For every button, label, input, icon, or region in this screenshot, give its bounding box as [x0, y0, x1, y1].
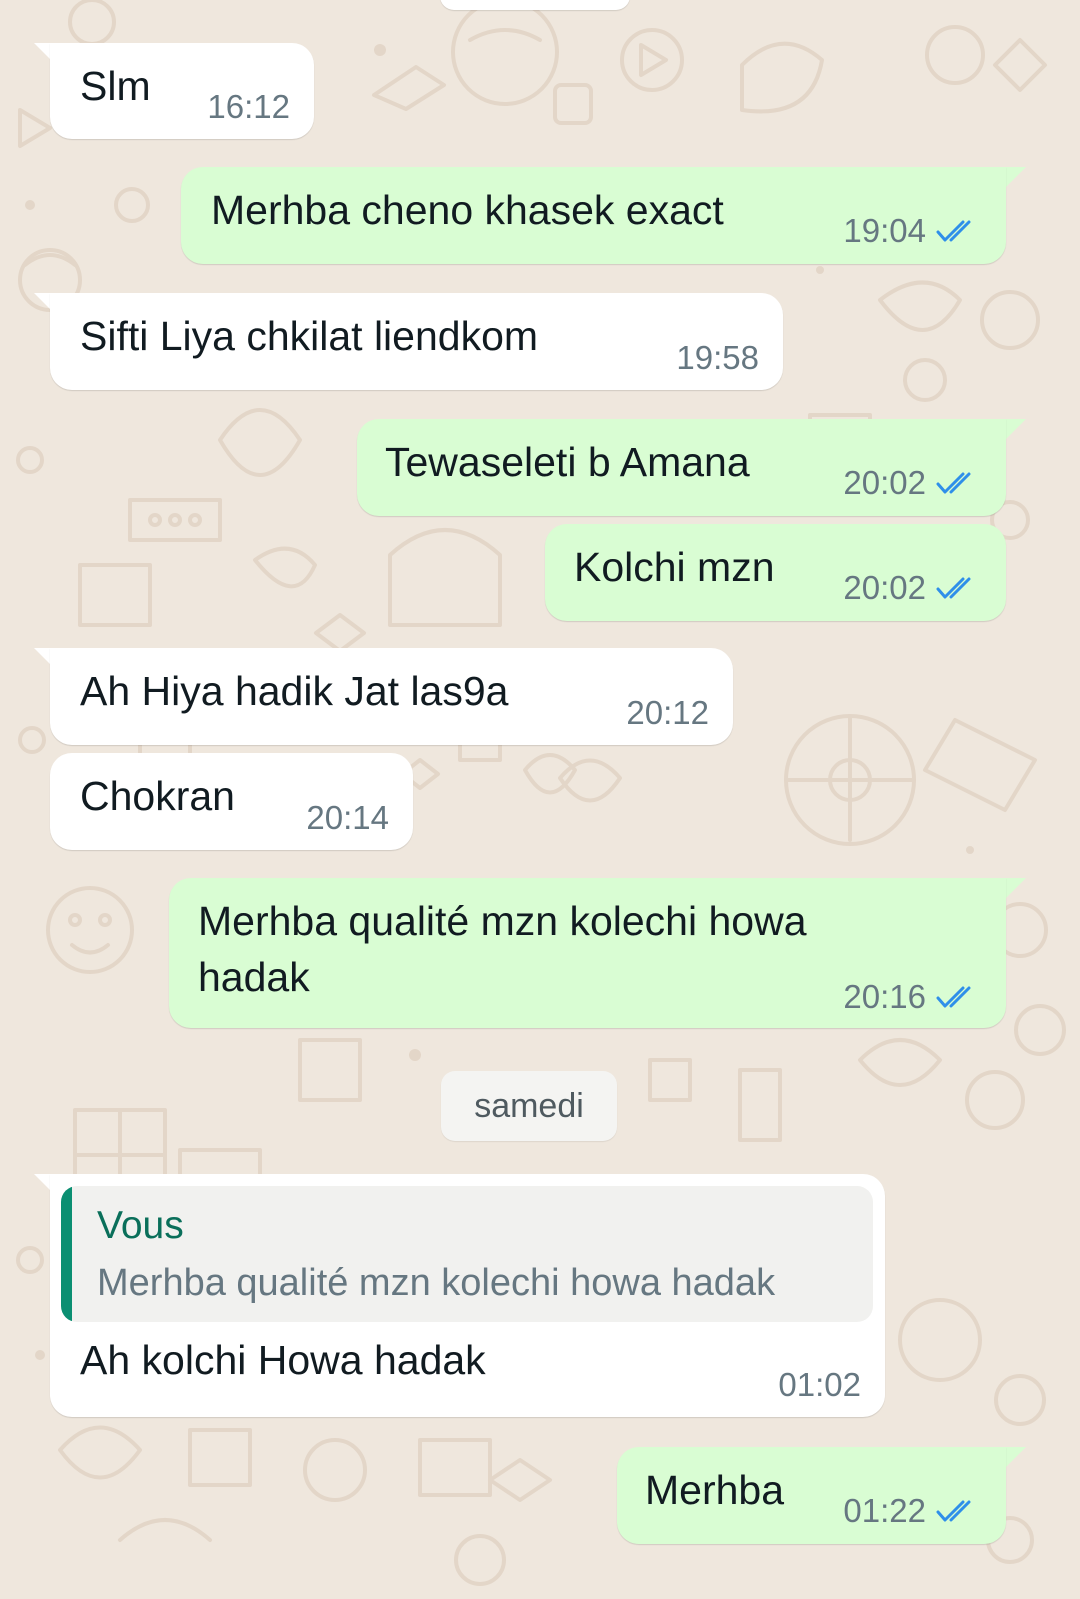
- outgoing-tail: [1004, 1447, 1026, 1469]
- outgoing-tail: [1004, 419, 1026, 441]
- message-text: Merhba cheno khasek exact: [211, 187, 724, 233]
- top-date-chip-edge: [440, 0, 630, 10]
- message-text: Kolchi mzn: [574, 544, 775, 590]
- message-time: 20:16: [843, 978, 926, 1015]
- outgoing-tail: [1004, 167, 1026, 189]
- message-meta: 01:22: [843, 1492, 982, 1530]
- message-meta: 20:02: [843, 569, 982, 607]
- message-bubble-sent[interactable]: Kolchi mzn 20:02: [545, 524, 1006, 621]
- message-time: 19:58: [676, 339, 759, 376]
- message-bubble-received[interactable]: Ah Hiya hadik Jat las9a 20:12: [50, 648, 733, 745]
- quoted-message[interactable]: Vous Merhba qualité mzn kolechi howa had…: [61, 1186, 873, 1322]
- quote-accent-bar: [61, 1186, 72, 1322]
- message-time: 16:12: [207, 88, 290, 125]
- message-bubble-received[interactable]: Sifti Liya chkilat liendkom 19:58: [50, 293, 783, 390]
- message-bubble-sent[interactable]: Tewaseleti b Amana 20:02: [357, 419, 1006, 516]
- message-time: 01:22: [843, 1492, 926, 1529]
- double-check-icon: [936, 1500, 971, 1522]
- message-time: 20:14: [306, 799, 389, 836]
- message-text: Merhba: [645, 1467, 785, 1513]
- message-time: 20:02: [843, 569, 926, 606]
- double-check-icon: [936, 986, 971, 1008]
- message-time: 20:12: [626, 694, 709, 731]
- message-bubble-received[interactable]: Slm 16:12: [50, 43, 314, 139]
- double-check-icon: [936, 472, 971, 494]
- message-meta: 20:02: [843, 464, 982, 502]
- message-bubble-sent[interactable]: Merhba 01:22: [617, 1447, 1006, 1544]
- message-meta: 01:02: [778, 1366, 861, 1404]
- outgoing-tail: [1004, 878, 1026, 900]
- message-text: Ah Hiya hadik Jat las9a: [80, 668, 509, 714]
- date-separator: samedi: [441, 1071, 617, 1141]
- message-text-line: Merhba qualité mzn kolechi howa: [198, 898, 807, 944]
- message-time: 20:02: [843, 464, 926, 501]
- message-text-line: hadak: [198, 954, 310, 1000]
- quote-author: Vous: [97, 1204, 184, 1247]
- message-meta: 20:12: [626, 694, 709, 732]
- message-text: Slm: [80, 63, 151, 109]
- message-text: Ah kolchi Howa hadak: [80, 1337, 486, 1383]
- message-time: 19:04: [843, 212, 926, 249]
- message-meta: 19:04: [843, 212, 982, 250]
- message-text: Tewaseleti b Amana: [385, 439, 750, 485]
- message-meta: 20:14: [306, 799, 389, 837]
- message-text: Chokran: [80, 773, 235, 819]
- message-bubble-sent[interactable]: Merhba qualité mzn kolechi howa hadak 20…: [169, 878, 1006, 1028]
- message-bubble-received[interactable]: Chokran 20:14: [50, 753, 413, 850]
- double-check-icon: [936, 577, 971, 599]
- message-meta: 16:12: [207, 88, 290, 126]
- message-bubble-sent[interactable]: Merhba cheno khasek exact 19:04: [181, 167, 1006, 264]
- message-bubble-received[interactable]: Vous Merhba qualité mzn kolechi howa had…: [50, 1174, 885, 1417]
- message-time: 01:02: [778, 1366, 861, 1403]
- message-text: Sifti Liya chkilat liendkom: [80, 313, 539, 359]
- message-meta: 20:16: [843, 978, 982, 1016]
- message-meta: 19:58: [676, 339, 759, 377]
- double-check-icon: [936, 220, 971, 242]
- quote-text: Merhba qualité mzn kolechi howa hadak: [97, 1262, 776, 1304]
